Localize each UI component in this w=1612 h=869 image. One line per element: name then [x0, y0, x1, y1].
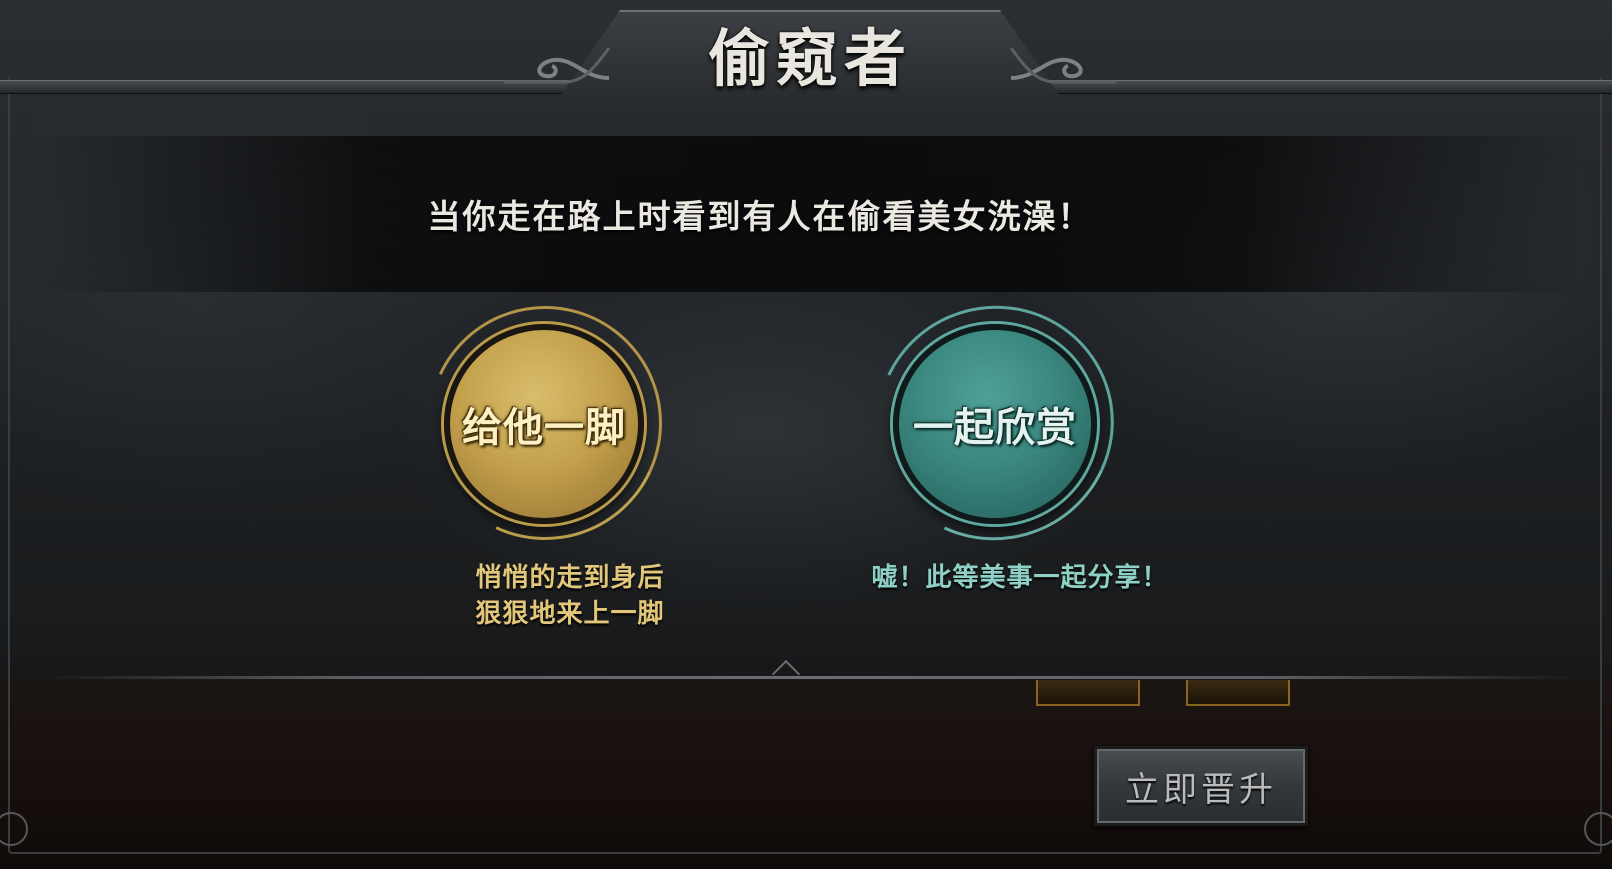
- promote-now-button[interactable]: 立即晋升: [1094, 746, 1308, 826]
- choice-watch-button[interactable]: 一起欣赏: [893, 324, 1097, 524]
- choice-kick-button[interactable]: 给他一脚: [444, 324, 644, 524]
- game-screen: 偷窥者 当你走在路上时看到有人在偷看美女洗澡！ 给他一脚 悄悄的走到身后 狠狠地…: [0, 0, 1612, 869]
- dialog-title: 偷窥者: [707, 22, 912, 95]
- choice-kick-description-line2: 狠狠地来上一脚: [475, 599, 665, 629]
- choice-kick-description: 悄悄的走到身后 狠狠地来上一脚: [420, 560, 720, 632]
- choice-watch-label: 一起欣赏: [913, 404, 1077, 451]
- choice-kick-description-line1: 悄悄的走到身后: [475, 563, 665, 593]
- choice-kick-label: 给他一脚: [462, 404, 626, 451]
- dialog-bottom-divider: [40, 676, 1580, 679]
- event-prompt-text: 当你走在路上时看到有人在偷看美女洗澡！: [427, 197, 1093, 236]
- frame-corner-ornament-right: [1584, 812, 1612, 846]
- choice-watch-description: 嘘！此等美事一起分享！: [840, 560, 1200, 596]
- choice-watch-description-line1: 嘘！此等美事一起分享！: [871, 563, 1169, 593]
